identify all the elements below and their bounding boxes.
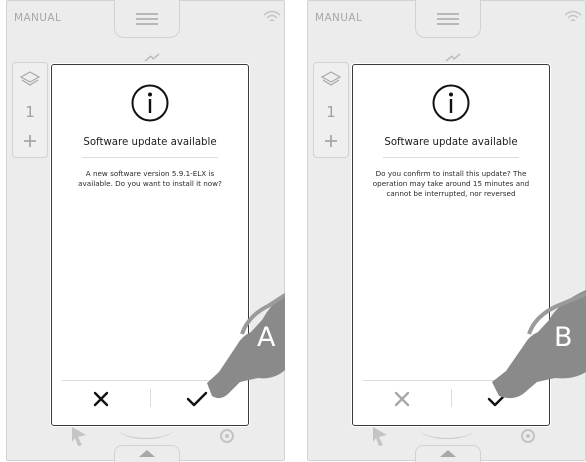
check-icon xyxy=(186,391,208,407)
divider xyxy=(383,157,519,158)
wifi-icon xyxy=(263,10,281,22)
mode-label: MANUAL xyxy=(14,12,62,24)
confirm-dialog: Software update available Do you confirm… xyxy=(352,64,550,426)
plus-icon[interactable] xyxy=(323,133,339,149)
mode-label: MANUAL xyxy=(315,12,363,24)
x-icon xyxy=(93,391,109,407)
dialog-message: Do you confirm to install this update? T… xyxy=(372,169,530,198)
run-icon xyxy=(373,427,387,446)
screen-panel-a: MANUAL 1 Software update available A new… xyxy=(6,0,285,462)
confirm-button[interactable] xyxy=(481,385,515,413)
bottom-tab[interactable] xyxy=(415,445,481,462)
menu-tab[interactable] xyxy=(415,0,481,38)
confirm-button[interactable] xyxy=(180,385,214,413)
cancel-button[interactable] xyxy=(86,385,116,413)
wifi-icon xyxy=(564,10,582,22)
info-icon xyxy=(432,84,470,122)
divider xyxy=(150,389,151,407)
divider xyxy=(62,380,238,381)
bottom-tab[interactable] xyxy=(114,445,180,462)
side-toolbar: 1 xyxy=(12,62,48,158)
screen-panel-b: MANUAL 1 Software update available Do yo… xyxy=(307,0,586,462)
layer-count: 1 xyxy=(326,103,336,121)
caret-up-icon[interactable] xyxy=(440,450,456,457)
background-arrow-icon xyxy=(144,53,160,62)
dialog-title: Software update available xyxy=(83,137,217,148)
layers-icon[interactable] xyxy=(20,71,40,89)
dialog-message: A new software version 5.9.1-ELX is avai… xyxy=(78,169,222,188)
info-icon xyxy=(131,84,169,122)
dialog-title: Software update available xyxy=(384,137,518,148)
update-dialog: Software update available A new software… xyxy=(51,64,249,426)
step-label: B xyxy=(554,322,573,353)
layers-icon[interactable] xyxy=(321,71,341,89)
gear-icon xyxy=(220,429,234,443)
run-icon xyxy=(72,427,86,446)
menu-icon[interactable] xyxy=(437,13,459,25)
cancel-button[interactable] xyxy=(387,385,417,413)
background-arrow-icon xyxy=(445,53,461,62)
bottom-bar xyxy=(307,421,586,462)
gear-icon xyxy=(521,429,535,443)
caret-up-icon[interactable] xyxy=(139,450,155,457)
divider xyxy=(82,157,218,158)
check-icon xyxy=(487,391,509,407)
layer-count: 1 xyxy=(25,103,35,121)
plus-icon[interactable] xyxy=(22,133,38,149)
divider xyxy=(363,380,539,381)
divider xyxy=(451,389,452,407)
side-toolbar: 1 xyxy=(313,62,349,158)
x-icon xyxy=(394,391,410,407)
menu-tab[interactable] xyxy=(114,0,180,38)
step-label: A xyxy=(257,322,276,353)
menu-icon[interactable] xyxy=(136,13,158,25)
bottom-bar xyxy=(6,421,285,462)
